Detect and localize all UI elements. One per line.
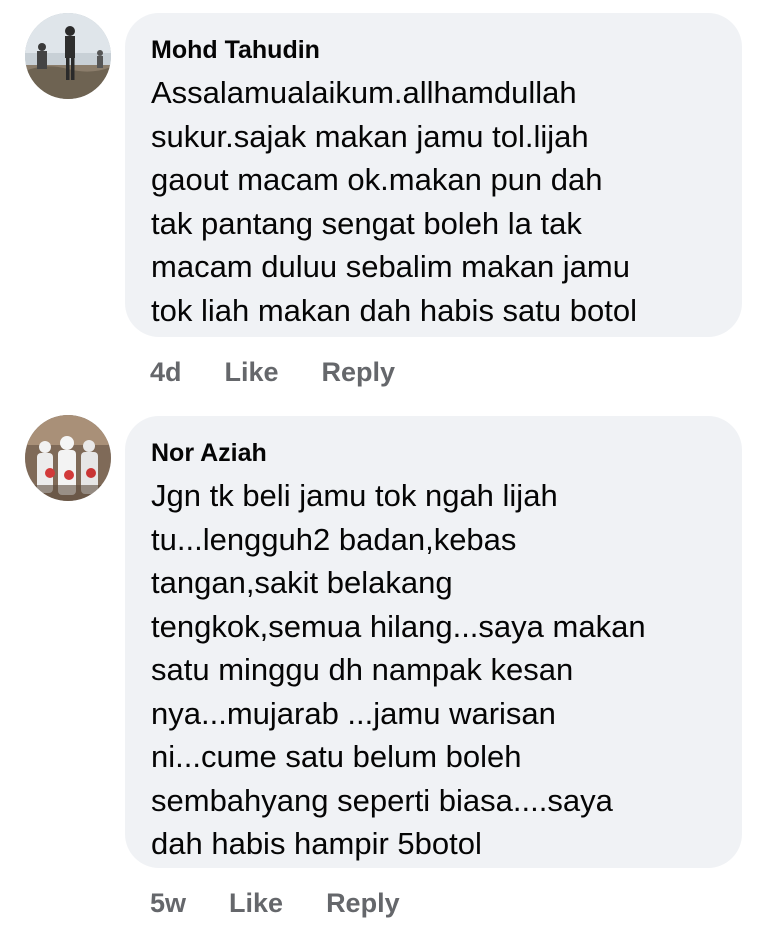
reply-button[interactable]: Reply (326, 887, 400, 919)
comment-bubble: Nor Aziah Jgn tk beli jamu tok ngah lija… (125, 416, 742, 868)
comment-timestamp[interactable]: 4d (150, 356, 182, 388)
like-button[interactable]: Like (225, 356, 279, 388)
profile-photo-avatar (25, 415, 111, 501)
comment-author[interactable]: Nor Aziah (151, 438, 716, 468)
comment-text-line: ni...cume satu belum boleh (151, 739, 522, 774)
comment-text-line: Assalamualaikum.allhamdullah (151, 75, 577, 110)
comment-text: Jgn tk beli jamu tok ngah lijah tu...len… (151, 474, 716, 866)
comment-item: Mohd Tahudin Assalamualaikum.allhamdulla… (0, 0, 768, 400)
comment-timestamp[interactable]: 5w (150, 887, 186, 919)
comment-actions: 5w Like Reply (150, 887, 443, 919)
avatar[interactable] (25, 415, 111, 501)
comment-text-line: tak pantang sengat boleh la tak (151, 205, 582, 241)
reply-button[interactable]: Reply (322, 356, 396, 388)
comment-text-line: tengkok,semua hilang...saya makan (151, 608, 646, 644)
comment-text-line: nya...mujarab ...jamu warisan (151, 695, 556, 731)
avatar[interactable] (25, 13, 111, 99)
comment-text: Assalamualaikum.allhamdullah sukur.sajak… (151, 71, 716, 332)
comment-text-line: dah habis hampir 5botol (151, 826, 482, 861)
comment-text-line: Jgn tk beli jamu tok ngah lijah (151, 478, 558, 513)
comment-text-line: tu...lengguh2 badan,kebas (151, 521, 517, 557)
comment-text-line: sembahyang seperti biasa....saya (151, 782, 613, 818)
comment-author[interactable]: Mohd Tahudin (151, 35, 716, 65)
comment-text-line: tangan,sakit belakang (151, 565, 453, 600)
comment-item: Nor Aziah Jgn tk beli jamu tok ngah lija… (0, 400, 768, 933)
comment-bubble: Mohd Tahudin Assalamualaikum.allhamdulla… (125, 13, 742, 337)
comment-text-line: tok liah makan dah habis satu botol (151, 292, 637, 328)
comment-text-line: satu minggu dh nampak kesan (151, 652, 574, 687)
comment-text-line: sukur.sajak makan jamu tol.lijah (151, 118, 589, 154)
like-button[interactable]: Like (229, 887, 283, 919)
comment-text-line: gaout macam ok.makan pun dah (151, 162, 603, 197)
comment-actions: 4d Like Reply (150, 356, 438, 388)
comment-text-line: macam duluu sebalim makan jamu (151, 249, 630, 284)
profile-photo-avatar (25, 13, 111, 99)
